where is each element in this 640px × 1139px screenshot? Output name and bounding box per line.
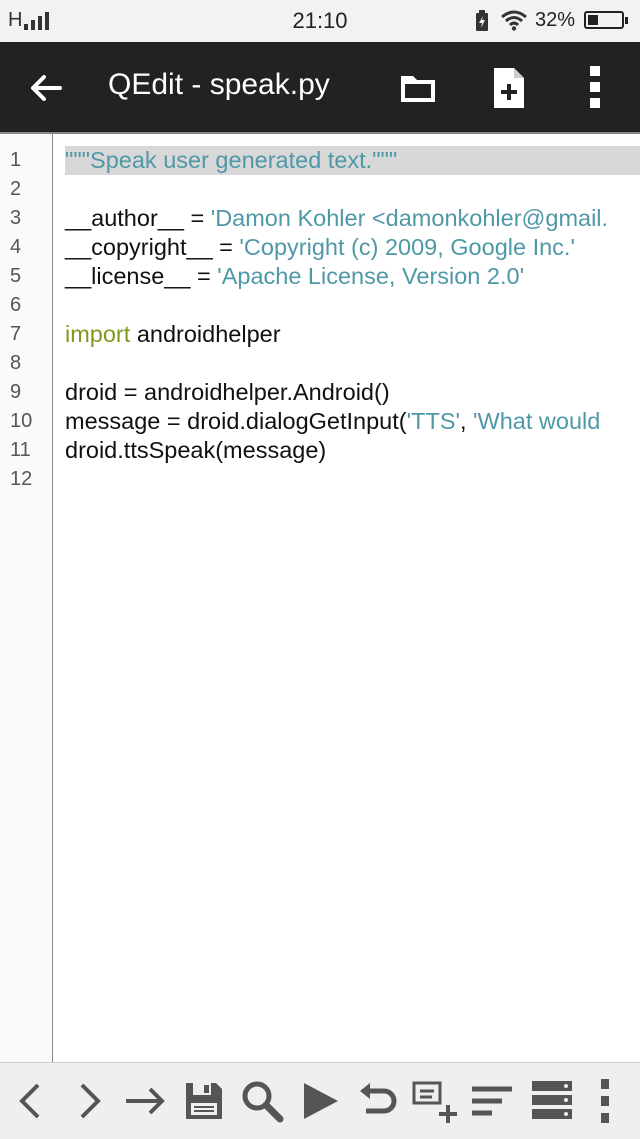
undo-icon [360, 1083, 397, 1114]
search-button[interactable] [238, 1077, 286, 1125]
line-number: 8 [10, 352, 22, 374]
code-line[interactable]: message = droid.dialogGetInput('TTS', 'W… [65, 407, 600, 436]
more-button[interactable] [590, 1077, 620, 1125]
goto-button[interactable] [122, 1077, 170, 1125]
list-view-button[interactable] [528, 1077, 576, 1125]
code-token: androidhelper [130, 321, 281, 347]
code-token: __author__ = [65, 205, 211, 231]
run-button[interactable] [296, 1077, 344, 1125]
wifi-icon [500, 9, 528, 36]
back-arrow-icon [31, 75, 62, 101]
code-token: """Speak user generated text.""" [65, 147, 398, 173]
line-number: 2 [10, 178, 22, 200]
code-token: 'Copyright (c) 2009, Google Inc.' [239, 234, 575, 260]
more-vert-icon [601, 1079, 609, 1123]
app-bar: QEdit - speak.py [0, 42, 640, 132]
line-number: 12 [10, 468, 33, 490]
battery-icon [584, 11, 628, 29]
code-token: 'TTS' [406, 408, 460, 434]
code-token: droid = androidhelper.Android() [65, 379, 390, 405]
format-text-icon [472, 1086, 512, 1116]
status-bar: H 21:10 32% [0, 0, 640, 42]
search-icon [242, 1081, 284, 1123]
chevron-left-icon [19, 1083, 40, 1119]
bottom-toolbar [0, 1062, 640, 1139]
line-number: 1 [10, 149, 22, 171]
code-token: 'What would [473, 408, 601, 434]
prev-button[interactable] [8, 1077, 56, 1125]
back-button[interactable] [24, 66, 68, 110]
code-line[interactable]: __license__ = 'Apache License, Version 2… [65, 262, 524, 291]
arrow-right-icon [126, 1087, 165, 1115]
code-token: 'Damon Kohler <damonkohler@gmail. [210, 205, 609, 231]
save-button[interactable] [180, 1077, 228, 1125]
code-line[interactable]: droid.ttsSpeak(message) [65, 436, 326, 465]
list-view-icon [532, 1081, 572, 1119]
undo-button[interactable] [354, 1077, 402, 1125]
code-line[interactable]: __author__ = 'Damon Kohler <damonkohler@… [65, 204, 608, 233]
next-button[interactable] [64, 1077, 112, 1125]
code-token: __copyright__ = [65, 234, 240, 260]
code-token: 'Apache License, Version 2.0' [217, 263, 525, 289]
line-number: 11 [10, 439, 31, 461]
line-number: 7 [10, 323, 22, 345]
line-number: 4 [10, 236, 22, 258]
line-number-gutter: 1 2 3 4 5 6 7 8 9 10 11 12 [0, 134, 53, 1062]
line-number: 3 [10, 207, 22, 229]
overflow-menu-button[interactable] [580, 62, 610, 112]
new-file-icon [494, 68, 524, 108]
run-icon [304, 1083, 338, 1119]
format-button[interactable] [468, 1077, 516, 1125]
add-snippet-button[interactable] [410, 1077, 458, 1125]
code-token: message = droid.dialogGetInput( [65, 408, 407, 434]
battery-percent: 32% [535, 9, 576, 31]
overflow-menu-icon [590, 66, 600, 108]
code-line[interactable]: droid = androidhelper.Android() [65, 378, 390, 407]
code-line[interactable]: __copyright__ = 'Copyright (c) 2009, Goo… [65, 233, 575, 262]
app-title: QEdit - speak.py [108, 68, 330, 101]
line-number: 5 [10, 265, 22, 287]
add-snippet-icon [412, 1081, 457, 1123]
line-number: 6 [10, 294, 22, 316]
code-editor[interactable]: 1 2 3 4 5 6 7 8 9 10 11 12 """Speak user generated … [0, 132, 640, 1064]
code-token: droid.ttsSpeak(message) [65, 437, 327, 463]
code-token: __license__ = [65, 263, 218, 289]
code-area[interactable]: """Speak user generated text.""" __author… [53, 134, 640, 1064]
battery-fill [588, 15, 599, 25]
line-number: 9 [10, 381, 22, 403]
folder-icon [401, 76, 435, 102]
code-token: , [459, 408, 474, 434]
new-file-button[interactable] [486, 64, 530, 112]
code-line[interactable]: import androidhelper [65, 320, 281, 349]
open-folder-button[interactable] [396, 66, 440, 110]
chevron-right-icon [80, 1083, 101, 1119]
save-icon [186, 1083, 222, 1119]
code-token: import [65, 321, 131, 347]
code-line[interactable]: """Speak user generated text.""" [65, 146, 397, 175]
battery-saver-icon [474, 10, 490, 37]
line-number: 10 [10, 410, 33, 432]
